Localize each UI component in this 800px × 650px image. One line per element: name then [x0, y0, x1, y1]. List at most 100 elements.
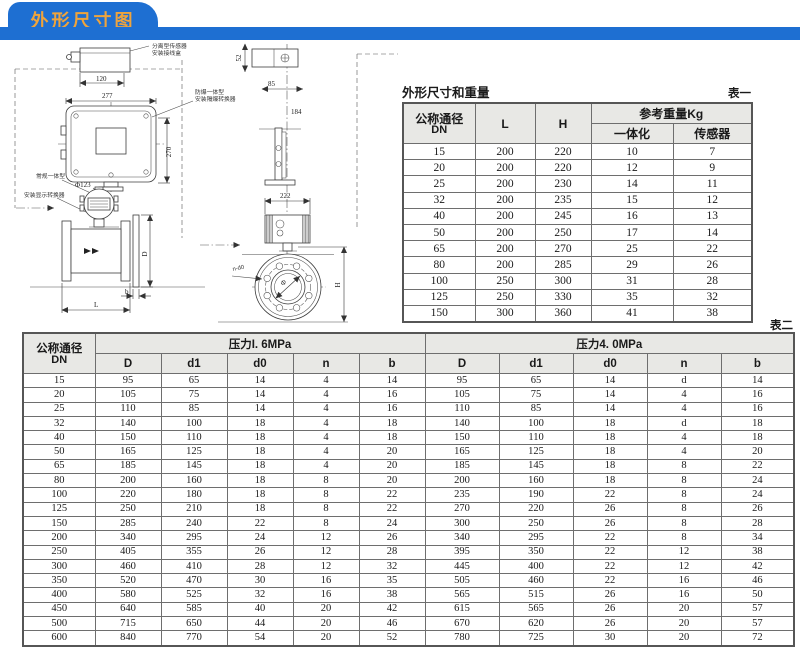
dim-label-D: D — [141, 251, 149, 256]
table-cell: 46 — [359, 617, 425, 631]
table-cell: 22 — [573, 559, 647, 573]
table-cell: 350 — [499, 545, 573, 559]
table-cell: 270 — [535, 241, 591, 257]
table-cell: 450 — [23, 602, 95, 616]
table1-title: 外形尺寸和重量 — [402, 82, 490, 101]
t2-sub-n40: n — [647, 354, 721, 374]
table-cell: 340 — [95, 531, 161, 545]
table-cell: 95 — [95, 374, 161, 388]
table-cell: 620 — [499, 617, 573, 631]
table-cell: 185 — [425, 459, 499, 473]
table-cell: 110 — [425, 402, 499, 416]
dim-label-277: 277 — [102, 92, 113, 100]
table-cell: 26 — [227, 545, 293, 559]
table-cell: 4 — [293, 388, 359, 402]
table-row: 350520470301635505460221646 — [23, 574, 794, 588]
table-cell: 200 — [475, 241, 535, 257]
table-cell: 85 — [499, 402, 573, 416]
table-cell: 4 — [647, 402, 721, 416]
t2-col-pressure16: 压力I. 6MPa — [95, 333, 425, 354]
table-cell: 26 — [359, 531, 425, 545]
table-cell: 145 — [499, 459, 573, 473]
table-cell: 250 — [95, 502, 161, 516]
table-cell: 18 — [227, 445, 293, 459]
table-cell: 12 — [293, 531, 359, 545]
table-cell: 22 — [573, 488, 647, 502]
dim-label-184: 184 — [291, 108, 302, 116]
table-cell: 200 — [475, 192, 535, 208]
t1-col-H: H — [535, 103, 591, 144]
table-cell: 460 — [499, 574, 573, 588]
table-cell: 28 — [227, 559, 293, 573]
junction-box-drawing: 120 分离型传感器 安装接线盒 — [67, 42, 187, 87]
dimensions-weight-table: 公称通径 DN L H 参考重量Kg 一体化 传感器 1520022010720… — [402, 102, 753, 323]
table-cell: 31 — [591, 273, 673, 289]
table-cell: 44 — [227, 617, 293, 631]
table-cell: 80 — [23, 474, 95, 488]
table-cell: 105 — [425, 388, 499, 402]
table-cell: 26 — [573, 502, 647, 516]
table-cell: 22 — [359, 502, 425, 516]
table-cell: 14 — [227, 374, 293, 388]
table-cell: 8 — [647, 474, 721, 488]
table-cell: 40 — [403, 208, 475, 224]
table-cell: 780 — [425, 631, 499, 646]
table-cell: 20 — [359, 459, 425, 473]
table-cell: 160 — [499, 474, 573, 488]
table-cell: 520 — [95, 574, 161, 588]
table-cell: 140 — [95, 416, 161, 430]
table1-section: 外形尺寸和重量 表一 公称通径 DN L H 参考重量Kg 一体化 传感器 — [402, 84, 751, 323]
table-cell: 295 — [499, 531, 573, 545]
table-cell: 12 — [673, 192, 752, 208]
table-cell: 615 — [425, 602, 499, 616]
t2-sub-d040: d0 — [573, 354, 647, 374]
table-cell: 42 — [359, 602, 425, 616]
table-cell: 14 — [721, 374, 794, 388]
table-cell: 26 — [673, 257, 752, 273]
table-cell: 355 — [161, 545, 227, 559]
table-cell: 250 — [475, 289, 535, 305]
table-cell: 26 — [573, 588, 647, 602]
table-cell: 715 — [95, 617, 161, 631]
table-cell: 18 — [227, 502, 293, 516]
table-cell: 4 — [293, 459, 359, 473]
table-cell: 125 — [403, 289, 475, 305]
table-cell: 220 — [535, 144, 591, 160]
table-cell: 12 — [293, 559, 359, 573]
table-cell: 40 — [23, 431, 95, 445]
table-row: 1252503303532 — [403, 289, 752, 305]
table-cell: 210 — [161, 502, 227, 516]
table-cell: 20 — [23, 388, 95, 402]
datasheet-page: 外形尺寸图 — [0, 0, 800, 650]
table-cell: 770 — [161, 631, 227, 646]
table-cell: 18 — [227, 416, 293, 430]
table-cell: 245 — [535, 208, 591, 224]
table-cell: 12 — [647, 559, 721, 573]
table-cell: 24 — [721, 488, 794, 502]
table-cell: 20 — [647, 631, 721, 646]
table-row: 501651251842016512518420 — [23, 445, 794, 459]
table-cell: 72 — [721, 631, 794, 646]
table-cell: 200 — [23, 531, 95, 545]
table-cell: 180 — [161, 488, 227, 502]
table-cell: 150 — [95, 431, 161, 445]
table-cell: 585 — [161, 602, 227, 616]
table-cell: 300 — [535, 273, 591, 289]
table-cell: 18 — [227, 488, 293, 502]
table-cell: 395 — [425, 545, 499, 559]
table-cell: 26 — [573, 602, 647, 616]
table-cell: 4 — [293, 374, 359, 388]
table-row: 322002351512 — [403, 192, 752, 208]
t2-sub-D16: D — [95, 354, 161, 374]
table-cell: 18 — [573, 416, 647, 430]
table-cell: 125 — [499, 445, 573, 459]
table-cell: 18 — [227, 459, 293, 473]
dim-label-120: 120 — [96, 75, 107, 83]
flange-dimensions-table: 公称通径 DN 压力I. 6MPa 压力4. 0MPa D d1 d0 n b … — [22, 332, 795, 647]
table-cell: 14 — [573, 402, 647, 416]
table-cell: 15 — [23, 374, 95, 388]
table-cell: 18 — [573, 474, 647, 488]
table-cell: 28 — [673, 273, 752, 289]
table-row: 250405355261228395350221238 — [23, 545, 794, 559]
table-cell: 235 — [535, 192, 591, 208]
